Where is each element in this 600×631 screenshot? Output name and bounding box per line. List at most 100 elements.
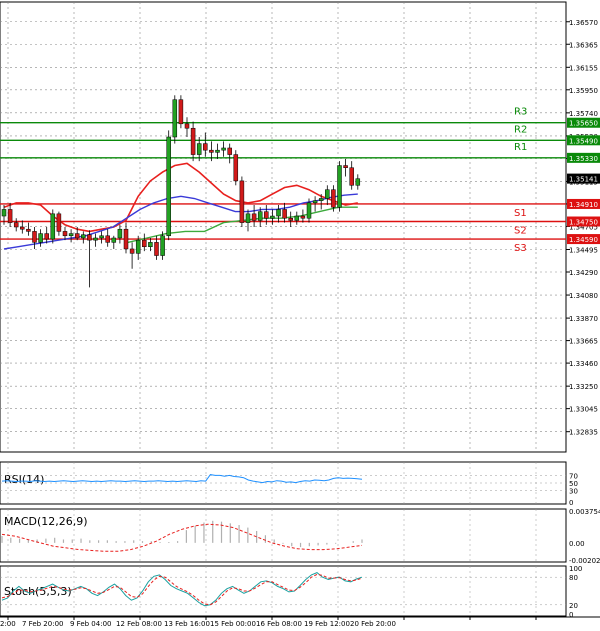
indicator-panel-frame (0, 565, 567, 617)
rsi-tick-label: 30 (569, 488, 578, 496)
candle-body (81, 234, 86, 239)
price-tick-label: 1.33870 (569, 315, 598, 323)
candle-body (203, 143, 208, 151)
candle-body (117, 228, 123, 239)
price-tick-label: 1.36570 (569, 19, 598, 27)
candle-body (129, 248, 135, 254)
level-name-r3: R3 (514, 107, 527, 118)
candle (178, 95, 184, 129)
level-value-s2: 1.34750 (569, 219, 598, 227)
candle-body (68, 233, 74, 237)
time-axis: 2:00 7 Feb 20:00 9 Feb 04:00 12 Feb 08:00 13… (0, 617, 537, 628)
time-tick-label: 2:00 (0, 620, 16, 628)
candle-body (221, 147, 226, 151)
candle-body (270, 215, 275, 219)
candle-body (190, 127, 196, 155)
candle-body (44, 233, 49, 240)
candle-body (62, 231, 68, 237)
candle-body (178, 99, 184, 125)
candle-body (7, 209, 13, 223)
level-name-r2: R2 (514, 124, 527, 135)
forex-chart: 1.365701.363651.361551.359501.357401.355… (0, 1, 600, 628)
macd-label: MACD(12,26,9) (4, 515, 88, 528)
candle-body (239, 180, 245, 223)
candle (172, 95, 178, 144)
candle-body (172, 99, 178, 138)
candle-body (93, 237, 98, 241)
stoch-tick-label: 20 (569, 602, 578, 610)
candle-body (160, 235, 165, 256)
candle-body (20, 226, 25, 230)
candle-body (233, 154, 239, 182)
rsi-label: RSI(14) (4, 473, 44, 486)
candle-body (325, 189, 330, 199)
candle-body (148, 242, 153, 248)
candle-body (312, 200, 318, 204)
candle-body (245, 213, 251, 223)
candle-body (215, 149, 220, 153)
stoch-label: Stoch(5,5,3) (4, 585, 72, 598)
level-value-r1: 1.35330 (569, 155, 598, 163)
candle-body (135, 239, 141, 254)
candle-body (13, 222, 19, 228)
candle-body (276, 209, 281, 217)
candle-body (306, 202, 312, 219)
candle-body (300, 215, 306, 219)
candle-body (318, 198, 324, 201)
price-tick-label: 1.36365 (569, 41, 598, 49)
candle-body (32, 231, 37, 243)
candle-body (38, 233, 43, 243)
price-tick-label: 1.35740 (569, 110, 598, 118)
level-name-s3: S3 (514, 243, 527, 254)
stoch-tick-label: 0 (569, 611, 573, 619)
candle-body (282, 209, 287, 219)
price-tick-label: 1.33045 (569, 406, 598, 414)
price-tick-label: 1.32835 (569, 429, 598, 437)
candle-body (105, 235, 110, 243)
candle (239, 176, 245, 227)
time-tick-label: 19 Feb 12:00 (304, 620, 350, 628)
time-tick-label: 12 Feb 08:00 (116, 620, 162, 628)
level-name-s1: S1 (514, 208, 527, 219)
macd-tick-label: -0.002021 (569, 557, 600, 565)
level-value-r3: 1.35650 (569, 120, 598, 128)
price-axis: 1.365701.363651.361551.359501.357401.355… (566, 19, 598, 437)
time-tick-label: 13 Feb 16:00 (164, 620, 210, 628)
candle-body (227, 147, 232, 155)
candle-body (56, 213, 62, 232)
candle (50, 209, 56, 244)
current-price-label: 1.35141 (569, 176, 598, 184)
candle (337, 161, 342, 212)
candle-body (251, 213, 257, 221)
time-tick-label: 7 Feb 20:00 (22, 620, 63, 628)
price-tick-label: 1.35950 (569, 87, 598, 95)
price-tick-label: 1.34290 (569, 269, 598, 277)
price-tick-label: 1.34080 (569, 292, 598, 300)
price-tick-label: 1.33250 (569, 383, 598, 391)
candle-body (50, 213, 56, 240)
price-tick-label: 1.33460 (569, 360, 598, 368)
main-panel-frame (0, 1, 567, 453)
stoch-tick-label: 100 (569, 565, 582, 573)
candle (166, 130, 171, 241)
level-value-s1: 1.34910 (569, 201, 598, 209)
candle-body (337, 165, 342, 208)
macd-tick-label: 0.00 (569, 540, 585, 548)
price-tick-label: 1.36155 (569, 64, 598, 72)
level-name-s2: S2 (514, 226, 527, 237)
candle-body (209, 149, 214, 153)
macd-tick-label: 0.003754 (569, 508, 600, 516)
candle-body (196, 143, 202, 155)
level-value-s3: 1.34590 (569, 236, 598, 244)
candle-body (349, 167, 354, 186)
candle-body (331, 189, 336, 208)
time-tick-label: 16 Feb 08:00 (256, 620, 302, 628)
candle-body (294, 215, 300, 221)
time-tick-label: 9 Feb 04:00 (70, 620, 111, 628)
stoch-tick-label: 80 (569, 574, 578, 582)
level-value-r2: 1.35490 (569, 137, 598, 145)
candle-body (123, 228, 129, 250)
rsi-tick-label: 0 (569, 499, 573, 507)
panel-frames (0, 1, 600, 618)
candle-body (99, 235, 104, 239)
